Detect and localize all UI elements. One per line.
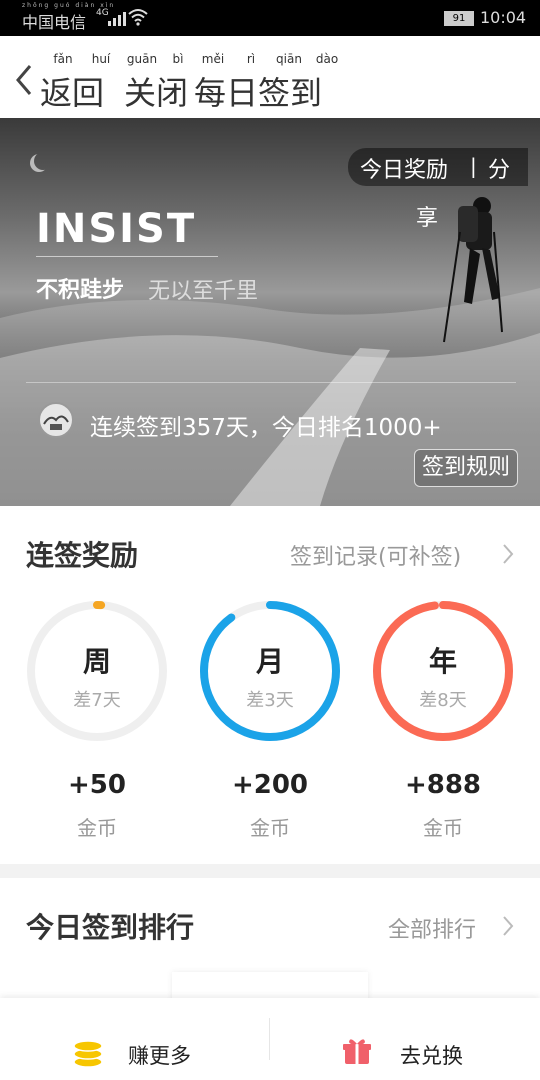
today-reward-link[interactable]: 今日奖励 xyxy=(360,152,448,184)
banner-headline: INSIST xyxy=(36,206,197,252)
year-coins: +888 xyxy=(404,770,482,800)
week-coins: +50 xyxy=(68,770,126,800)
page-title: 每日签到 xyxy=(194,74,323,112)
year-label: 年 xyxy=(428,645,457,678)
month-coins-unit: 金币 xyxy=(250,816,290,840)
bonus-section-title: 连签奖励 xyxy=(26,539,139,572)
all-ranking-link[interactable]: 全部排行 xyxy=(388,912,476,944)
signin-banner: INSIST 不积跬步 无以至千里 今日奖励 | 分 享 连续签到357天，今日… xyxy=(0,118,540,506)
streak-status: 连续签到357天，今日排名1000+ xyxy=(90,415,442,441)
separator: | xyxy=(470,154,477,178)
month-coins: +200 xyxy=(231,770,309,800)
headline-underline xyxy=(36,256,218,257)
clock: 10:04 xyxy=(480,8,527,27)
close-button[interactable]: 关闭 xyxy=(124,68,188,114)
title-pinyin: měi rì qiān dào xyxy=(201,52,339,66)
week-coins-unit: 金币 xyxy=(77,816,117,840)
moon-icon xyxy=(34,152,52,170)
back-pinyin: fǎn huí xyxy=(53,52,111,66)
back-chevron-icon[interactable] xyxy=(12,60,36,100)
month-label: 月 xyxy=(255,645,284,678)
avatar[interactable] xyxy=(38,402,74,438)
bottom-action-bar: 赚更多 去兑换 xyxy=(0,998,540,1080)
year-coins-unit: 金币 xyxy=(423,816,463,840)
status-bar: zhōng guó diàn xìn 中国电信 4G 91 10:04 xyxy=(0,0,540,36)
year-remaining: 差8天 xyxy=(419,690,467,711)
chevron-right-icon[interactable] xyxy=(502,915,514,937)
earn-more-button[interactable]: 赚更多 xyxy=(0,998,269,1080)
week-label: 周 xyxy=(82,645,111,678)
signin-rules-button[interactable]: 签到规则 xyxy=(414,449,518,487)
week-remaining: 差7天 xyxy=(73,690,121,711)
redeem-label: 去兑换 xyxy=(400,1044,463,1068)
close-pinyin: guān bì xyxy=(126,52,184,66)
battery-icon: 91 xyxy=(444,11,474,26)
back-button[interactable]: 返回 xyxy=(40,68,104,114)
signin-record-link[interactable]: 签到记录(可补签) xyxy=(290,539,461,571)
app-header: fǎn huí 返回 guān bì 关闭 měi rì qiān dào 每日签到 xyxy=(0,36,540,118)
carrier-name: 中国电信 xyxy=(22,13,87,32)
wifi-icon xyxy=(128,9,148,26)
banner-divider xyxy=(26,382,516,383)
network-type: 4G xyxy=(96,8,109,18)
motto-light: 无以至千里 xyxy=(148,279,259,304)
ranking-section-title: 今日签到排行 xyxy=(26,911,195,944)
motto-bold: 不积跬步 xyxy=(36,278,125,303)
redeem-button[interactable]: 去兑换 xyxy=(270,998,540,1080)
signal-icon xyxy=(108,10,128,26)
hiker-silhouette-icon xyxy=(443,197,503,343)
chevron-right-icon[interactable] xyxy=(502,543,514,565)
avatar-image-icon xyxy=(43,415,69,430)
coin-stack-icon xyxy=(73,1040,103,1068)
gift-icon xyxy=(343,1039,371,1064)
share-link[interactable]: 分 xyxy=(488,152,510,184)
earn-more-label: 赚更多 xyxy=(128,1044,191,1068)
month-remaining: 差3天 xyxy=(246,690,294,711)
section-gap xyxy=(0,864,540,878)
share-link-wrap[interactable]: 享 xyxy=(416,200,438,232)
